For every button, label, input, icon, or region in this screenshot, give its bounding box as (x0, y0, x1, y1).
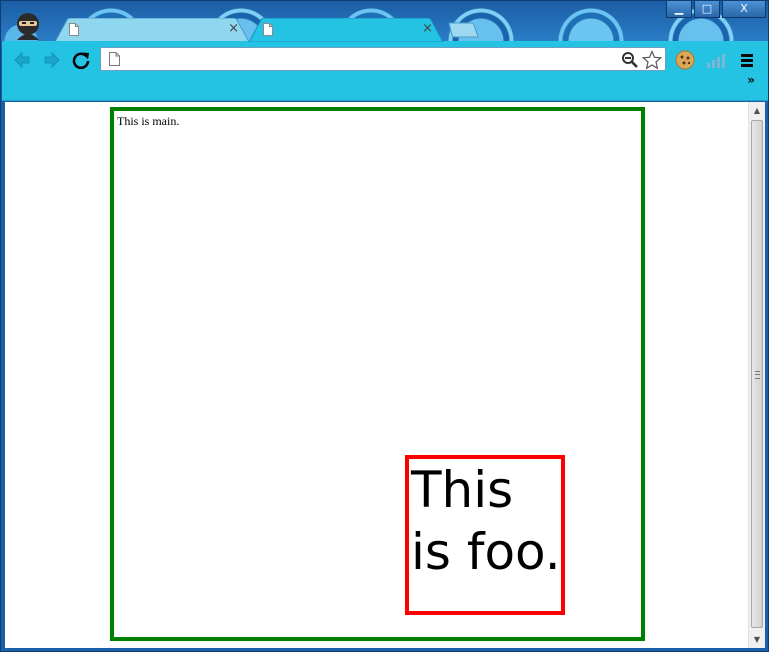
vertical-scrollbar[interactable]: ▲ ▼ (748, 102, 765, 648)
page-icon (69, 23, 79, 36)
page-viewport: This is main. This is foo. (5, 102, 748, 648)
address-bar[interactable] (100, 47, 666, 71)
page-icon (263, 23, 273, 36)
minimize-button[interactable]: ▁ (666, 1, 692, 18)
back-arrow-icon[interactable] (11, 49, 33, 71)
foo-text: This is foo. (411, 461, 561, 581)
bookmarks-overflow-button[interactable]: » (747, 73, 755, 87)
scroll-down-arrow-icon[interactable]: ▼ (749, 631, 765, 648)
signal-bars-icon[interactable] (704, 49, 726, 71)
bookmark-star-icon[interactable] (642, 50, 662, 70)
cookie-extension-icon[interactable] (674, 49, 696, 71)
tab-2[interactable]: × (249, 18, 443, 42)
foo-box: This is foo. (405, 455, 565, 615)
page-icon (109, 52, 120, 66)
scroll-thumb[interactable] (751, 120, 763, 628)
scroll-grip (755, 371, 760, 379)
tab-1-shape (55, 18, 249, 42)
scroll-up-arrow-icon[interactable]: ▲ (749, 102, 765, 119)
browser-window: ▁ □ X × × » This is main. This is foo. ▲… (0, 0, 769, 652)
zoom-icon[interactable] (621, 51, 639, 69)
menu-icon[interactable] (736, 49, 758, 71)
incognito-avatar-icon (17, 13, 39, 40)
tab-1[interactable]: × (55, 18, 249, 42)
forward-arrow-icon[interactable] (41, 49, 63, 71)
close-window-button[interactable]: X (722, 1, 766, 18)
window-controls: ▁ □ X (666, 1, 766, 18)
maximize-button[interactable]: □ (694, 1, 720, 18)
new-tab-button[interactable] (445, 22, 479, 38)
toolbar: » (2, 41, 768, 101)
tab-2-close-icon[interactable]: × (422, 21, 433, 37)
main-text: This is main. (117, 114, 180, 128)
reload-icon[interactable] (70, 49, 92, 71)
tab-2-shape (249, 18, 443, 42)
address-input[interactable] (127, 50, 607, 68)
tab-1-close-icon[interactable]: × (228, 21, 239, 37)
